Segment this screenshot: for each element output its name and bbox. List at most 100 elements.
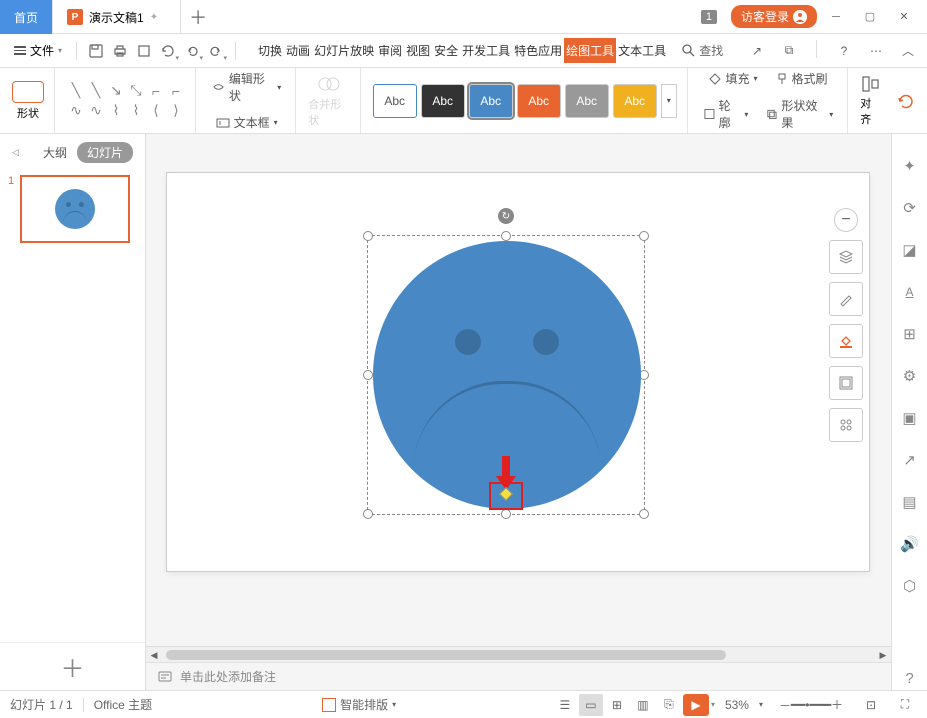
tab-review[interactable]: 审阅 <box>376 38 404 63</box>
handle-br[interactable] <box>639 509 649 519</box>
tab-switch[interactable]: 切换 <box>256 38 284 63</box>
document-tab[interactable]: P 演示文稿1 ✦ <box>53 0 181 34</box>
scroll-left-icon[interactable]: ◀ <box>146 647 162 663</box>
outline-button[interactable]: 轮廓▾ <box>700 95 753 133</box>
rotate-icon[interactable] <box>897 92 915 110</box>
scroll-right-icon[interactable]: ▶ <box>875 647 891 663</box>
rb-table-icon[interactable]: ⊞ <box>898 322 922 346</box>
zoom-level[interactable]: 53% <box>725 698 749 712</box>
zoom-in-icon[interactable]: ＋ <box>825 694 849 716</box>
view-grid-icon[interactable]: ⊞ <box>605 694 629 716</box>
new-tab-button[interactable]: ＋ <box>181 0 215 33</box>
tab-view[interactable]: 视图 <box>404 38 432 63</box>
slide[interactable]: ↻ <box>166 172 870 572</box>
print-preview-icon[interactable] <box>133 40 155 62</box>
rb-gear-icon[interactable]: ⬡ <box>898 574 922 598</box>
swatch-black[interactable]: Abc <box>421 84 465 118</box>
zoom-slider[interactable]: ━━•━━━ <box>799 694 823 716</box>
float-layers-button[interactable] <box>829 240 863 274</box>
tab-developer[interactable]: 开发工具 <box>460 38 512 63</box>
handle-bl[interactable] <box>363 509 373 519</box>
tab-special[interactable]: 特色应用 <box>512 38 564 63</box>
view-normal-icon[interactable]: ▭ <box>579 694 603 716</box>
swatch-blue[interactable]: Abc <box>469 84 513 118</box>
handle-l[interactable] <box>363 370 373 380</box>
float-component-button[interactable] <box>829 408 863 442</box>
shape-gallery[interactable]: ╲╲↘⤡⌐⌐ ∿∿⌇⌇⟨⟩ <box>67 82 185 120</box>
tab-slideshow[interactable]: 幻灯片放映 <box>312 38 376 63</box>
rb-help-icon[interactable]: ? <box>898 666 922 690</box>
swatch-gray[interactable]: Abc <box>565 84 609 118</box>
add-slide-button[interactable]: ＋ <box>0 642 145 690</box>
text-box-button[interactable]: 文本框▾ <box>212 112 282 133</box>
help-icon[interactable]: ? <box>833 40 855 62</box>
outline-tab[interactable]: 大纲 <box>43 144 67 161</box>
handle-t[interactable] <box>501 231 511 241</box>
rotate-handle[interactable]: ↻ <box>498 208 514 224</box>
collapse-ribbon-icon[interactable]: ︿ <box>897 40 919 62</box>
notes-bar[interactable]: 单击此处添加备注 <box>146 662 891 690</box>
print-icon[interactable] <box>109 40 131 62</box>
save-icon[interactable] <box>85 40 107 62</box>
swatch-white[interactable]: Abc <box>373 84 417 118</box>
canvas[interactable]: ↻ <box>146 134 891 646</box>
rb-shape-icon[interactable]: ◪ <box>898 238 922 262</box>
shapes-button[interactable]: 形状 <box>12 81 44 121</box>
float-bucket-button[interactable] <box>829 324 863 358</box>
maximize-button[interactable]: ▢ <box>855 6 885 28</box>
rb-pic-icon[interactable]: ▤ <box>898 490 922 514</box>
format-brush-button[interactable]: 格式刷 <box>772 68 832 89</box>
shape-effects-button[interactable]: 形状效果▾ <box>762 95 837 133</box>
float-pen-button[interactable] <box>829 282 863 316</box>
slide-thumbnail[interactable]: 1 <box>8 175 137 243</box>
rb-sparkle-icon[interactable]: ✦ <box>898 154 922 178</box>
tab-security[interactable]: 安全 <box>432 38 460 63</box>
handle-tr[interactable] <box>639 231 649 241</box>
tab-animation[interactable]: 动画 <box>284 38 312 63</box>
redo-icon[interactable]: ▾ <box>205 40 227 62</box>
view-reading-icon[interactable]: ▥ <box>631 694 655 716</box>
collapse-panel-icon[interactable]: ◁ <box>12 147 19 158</box>
file-menu[interactable]: 文件 ▾ <box>8 40 68 61</box>
edit-shape-button[interactable]: 编辑形状▾ <box>208 68 285 106</box>
rb-loop-icon[interactable]: ⟳ <box>898 196 922 220</box>
selection-box[interactable]: ↻ <box>367 235 645 515</box>
slides-tab[interactable]: 幻灯片 <box>77 142 133 163</box>
scroll-thumb[interactable] <box>166 650 726 660</box>
tab-drawing-tools[interactable]: 绘图工具 <box>564 38 616 63</box>
rb-sound-icon[interactable]: 🔊 <box>898 532 922 556</box>
swatch-orange[interactable]: Abc <box>517 84 561 118</box>
smart-layout-button[interactable]: 智能排版 ▾ <box>322 696 396 713</box>
handle-b[interactable] <box>501 509 511 519</box>
undo-icon[interactable]: ▾ <box>181 40 203 62</box>
rb-image-icon[interactable]: ▣ <box>898 406 922 430</box>
float-minus-button[interactable]: − <box>834 208 858 232</box>
more-icon[interactable]: ⋯ <box>865 40 887 62</box>
minimize-button[interactable]: ─ <box>821 6 851 28</box>
float-frame-button[interactable] <box>829 366 863 400</box>
login-button[interactable]: 访客登录 <box>731 5 817 28</box>
play-button[interactable]: ▶ <box>683 694 709 716</box>
swatch-yellow[interactable]: Abc <box>613 84 657 118</box>
merge-shape-button[interactable]: 合并形状 <box>308 74 349 128</box>
fill-button[interactable]: 填充▾ <box>705 68 761 89</box>
rb-slider-icon[interactable]: ⚙ <box>898 364 922 388</box>
swatch-more[interactable]: ▾ <box>661 84 677 118</box>
fit-icon[interactable]: ⊡ <box>859 694 883 716</box>
theme-label[interactable]: Office 主题 <box>94 696 152 713</box>
refresh-icon[interactable]: ▾ <box>157 40 179 62</box>
align-button[interactable]: 对齐 <box>860 75 881 127</box>
rb-share-icon[interactable]: ↗ <box>898 448 922 472</box>
close-button[interactable]: ✕ <box>889 6 919 28</box>
handle-tl[interactable] <box>363 231 373 241</box>
view-notes-icon[interactable]: ⎘ <box>657 694 681 716</box>
search-button[interactable]: 查找 <box>682 42 723 59</box>
rb-text-icon[interactable]: A <box>898 280 922 304</box>
fullscreen-icon[interactable]: ⛶ <box>893 694 917 716</box>
share-icon[interactable]: ↗ <box>746 40 768 62</box>
tab-text-tools[interactable]: 文本工具 <box>616 38 668 63</box>
window-icon[interactable]: ⧉ <box>778 40 800 62</box>
view-list-icon[interactable]: ☰ <box>553 694 577 716</box>
horizontal-scrollbar[interactable]: ◀ ▶ <box>146 646 891 662</box>
home-tab[interactable]: 首页 <box>0 0 53 34</box>
